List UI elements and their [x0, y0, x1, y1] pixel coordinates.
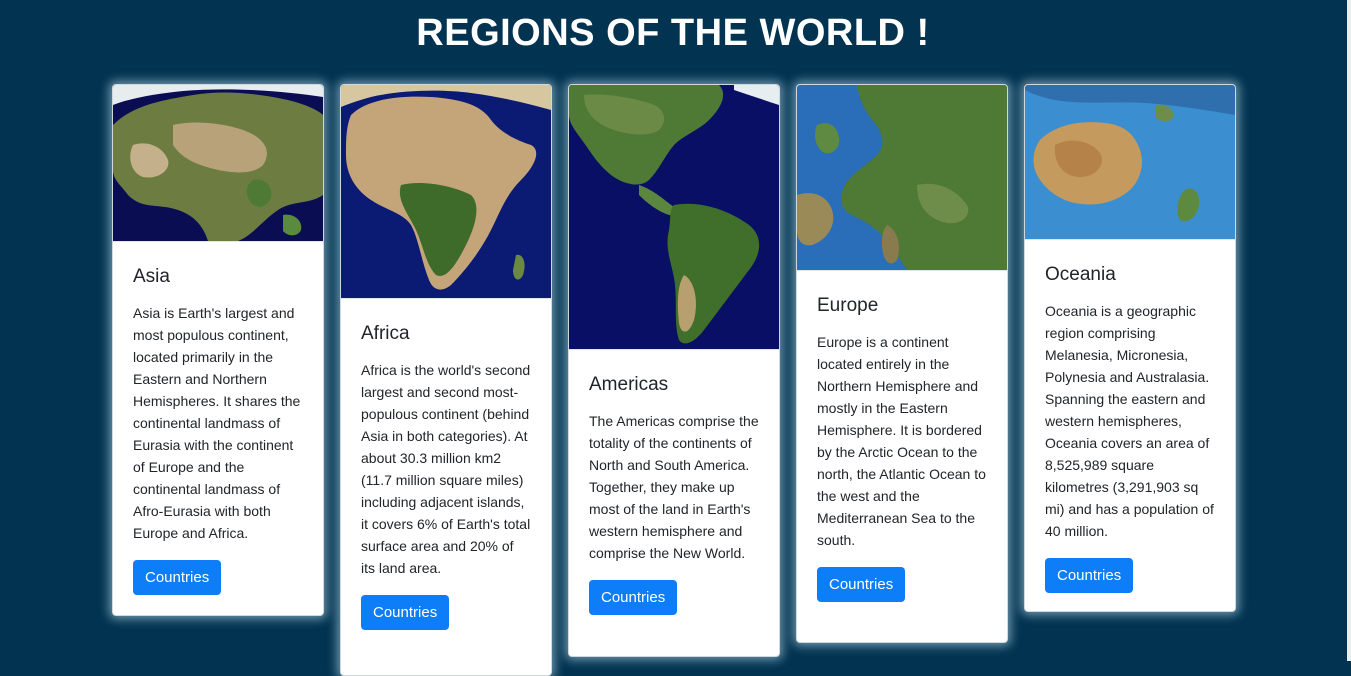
- card-asia: Asia Asia is Earth's largest and most po…: [112, 84, 324, 616]
- card-title: Asia: [133, 266, 170, 287]
- card-africa: Africa Africa is the world's second larg…: [340, 84, 552, 676]
- americas-map-image: [569, 85, 779, 350]
- card-americas: Americas The Americas comprise the total…: [568, 84, 780, 657]
- card-text: Europe is a continent located entirely i…: [817, 334, 986, 548]
- africa-map-image: [341, 85, 551, 299]
- card-title: Africa: [361, 323, 410, 344]
- card-title: Europe: [817, 295, 879, 316]
- countries-button-africa[interactable]: Countries: [361, 595, 450, 630]
- asia-map-image: [113, 85, 323, 242]
- card-title: Oceania: [1045, 264, 1116, 285]
- countries-button-oceania[interactable]: Countries: [1045, 558, 1134, 593]
- card-text: The Americas comprise the totality of th…: [589, 413, 759, 561]
- card-europe: Europe Europe is a continent located ent…: [796, 84, 1008, 643]
- card-text: Oceania is a geographic region comprisin…: [1045, 303, 1214, 539]
- oceania-map-image: [1025, 85, 1235, 240]
- europe-map-image: [797, 85, 1007, 271]
- countries-button-europe[interactable]: Countries: [817, 567, 906, 602]
- page-scrollbar[interactable]: [1347, 0, 1351, 661]
- card-text: Asia is Earth's largest and most populou…: [133, 305, 301, 541]
- page-title: REGIONS OF THE WORLD !: [416, 12, 930, 54]
- countries-button-americas[interactable]: Countries: [589, 580, 678, 615]
- card-text: Africa is the world's second largest and…: [361, 362, 531, 576]
- card-oceania: Oceania Oceania is a geographic region c…: [1024, 84, 1236, 612]
- countries-button-asia[interactable]: Countries: [133, 560, 222, 595]
- card-title: Americas: [589, 374, 669, 395]
